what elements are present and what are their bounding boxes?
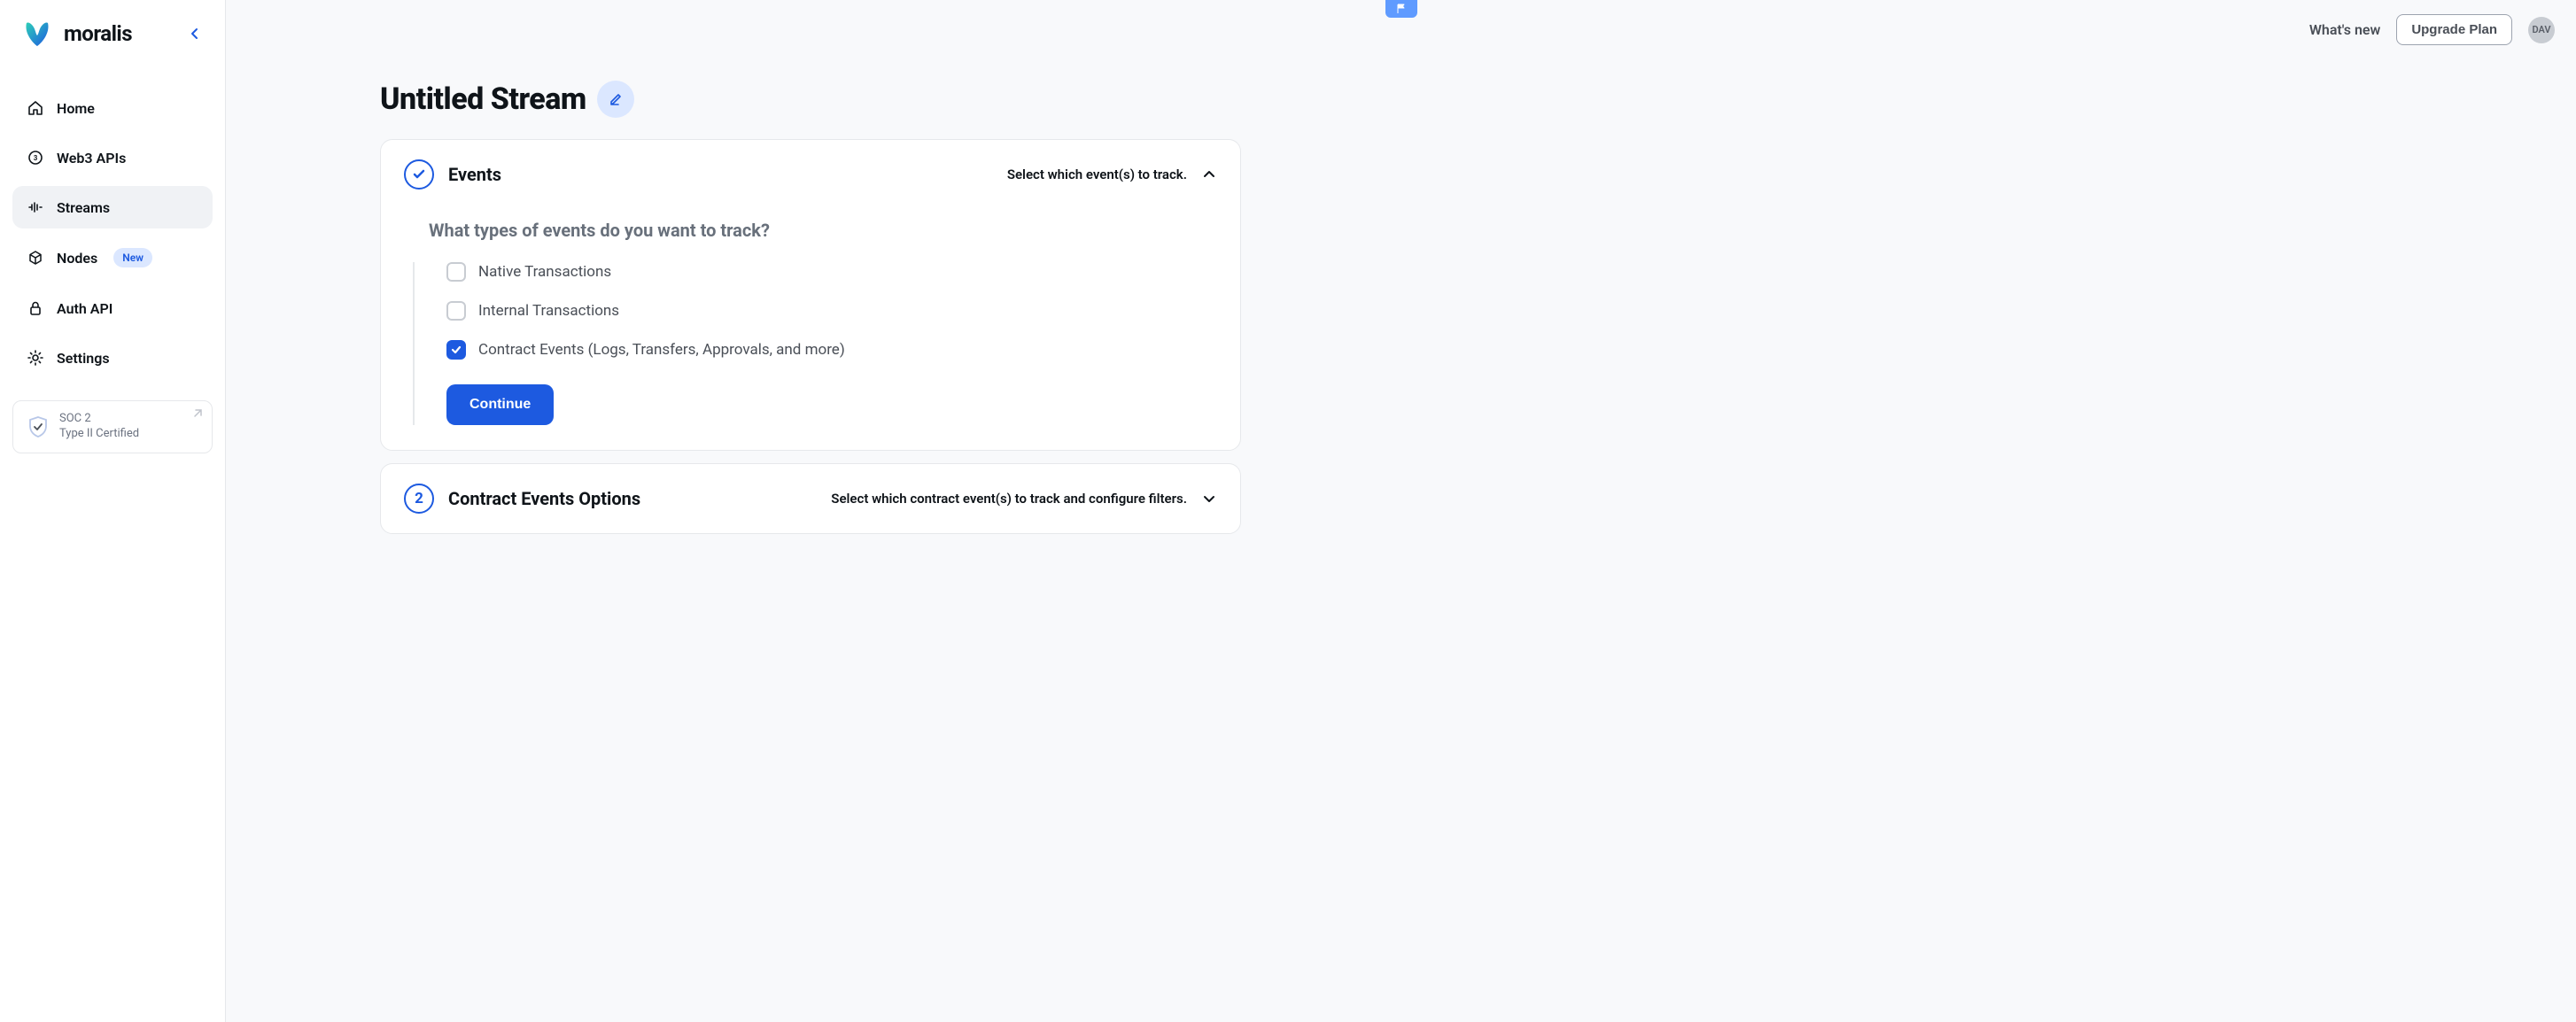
api-icon: 3: [27, 149, 44, 166]
sidebar-item-label: Nodes: [57, 250, 97, 267]
events-card-body: What types of events do you want to trac…: [381, 220, 1240, 450]
logo[interactable]: moralis: [19, 16, 132, 51]
step-number: 2: [415, 490, 423, 507]
checkbox-native-transactions[interactable]: Native Transactions: [446, 262, 1217, 282]
nav: Home 3 Web3 APIs Streams Nodes New: [12, 87, 213, 379]
sidebar-item-label: Home: [57, 100, 95, 117]
flag-pill[interactable]: [1385, 0, 1417, 18]
external-link-icon: [192, 408, 203, 419]
events-title: Events: [448, 164, 501, 185]
sidebar-item-auth-api[interactable]: Auth API: [12, 287, 213, 329]
soc2-card[interactable]: SOC 2 Type II Certified: [12, 400, 213, 453]
check-icon: [411, 166, 427, 182]
lock-icon: [27, 299, 44, 317]
contract-options-title: Contract Events Options: [448, 488, 640, 509]
title-row: Untitled Stream: [380, 81, 1241, 118]
checkbox-label: Contract Events (Logs, Transfers, Approv…: [478, 341, 845, 359]
sidebar: moralis Home 3 Web3 APIs: [0, 0, 226, 1022]
checkbox-contract-events[interactable]: Contract Events (Logs, Transfers, Approv…: [446, 340, 1217, 360]
contract-options-header[interactable]: 2 Contract Events Options Select which c…: [381, 464, 1240, 533]
content: Untitled Stream Events Select which even…: [359, 45, 1262, 582]
nodes-icon: [27, 249, 44, 267]
sidebar-item-streams[interactable]: Streams: [12, 186, 213, 228]
sidebar-item-settings[interactable]: Settings: [12, 337, 213, 379]
svg-text:3: 3: [34, 154, 38, 162]
edit-title-button[interactable]: [597, 81, 634, 118]
page-title: Untitled Stream: [380, 81, 586, 117]
chevron-down-icon: [1201, 491, 1217, 507]
checkbox-box: [446, 340, 466, 360]
gear-icon: [27, 349, 44, 367]
soc2-text: SOC 2 Type II Certified: [59, 412, 139, 442]
whats-new-link[interactable]: What's new: [2309, 21, 2380, 38]
topbar: What's new Upgrade Plan DAV: [226, 0, 2576, 45]
soc2-line2: Type II Certified: [59, 427, 139, 442]
new-badge: New: [113, 248, 152, 267]
sidebar-item-label: Web3 APIs: [57, 150, 126, 166]
sidebar-item-label: Streams: [57, 199, 110, 216]
logo-icon: [19, 16, 55, 51]
collapse-sidebar-button[interactable]: [184, 23, 206, 44]
checkbox-box: [446, 262, 466, 282]
step-badge: 2: [404, 484, 434, 514]
sidebar-item-label: Auth API: [57, 300, 113, 317]
events-question: What types of events do you want to trac…: [429, 220, 1217, 241]
sidebar-item-home[interactable]: Home: [12, 87, 213, 129]
events-card-header[interactable]: Events Select which event(s) to track.: [381, 140, 1240, 209]
soc2-line1: SOC 2: [59, 412, 139, 427]
checkbox-label: Native Transactions: [478, 263, 611, 281]
checkbox-box: [446, 301, 466, 321]
edit-icon: [609, 92, 623, 106]
logo-row: moralis: [12, 16, 213, 51]
flag-icon: [1395, 3, 1408, 15]
continue-button[interactable]: Continue: [446, 384, 554, 425]
contract-options-subtitle: Select which contract event(s) to track …: [831, 491, 1187, 507]
streams-icon: [27, 198, 44, 216]
sidebar-item-nodes[interactable]: Nodes New: [12, 236, 213, 280]
shield-icon: [26, 414, 50, 439]
check-icon: [450, 344, 462, 356]
avatar[interactable]: DAV: [2528, 17, 2555, 43]
upgrade-plan-button[interactable]: Upgrade Plan: [2396, 14, 2512, 45]
chevron-up-icon: [1201, 166, 1217, 182]
checkbox-internal-transactions[interactable]: Internal Transactions: [446, 301, 1217, 321]
chevron-left-icon: [190, 27, 199, 40]
sidebar-item-web3-apis[interactable]: 3 Web3 APIs: [12, 136, 213, 179]
home-icon: [27, 99, 44, 117]
logo-text: moralis: [64, 21, 132, 46]
events-subtitle: Select which event(s) to track.: [1007, 166, 1187, 182]
main: What's new Upgrade Plan DAV Untitled Str…: [226, 0, 2576, 1022]
sidebar-item-label: Settings: [57, 350, 110, 367]
events-options: Native Transactions Internal Transaction…: [413, 262, 1217, 425]
step-complete-badge: [404, 159, 434, 190]
checkbox-label: Internal Transactions: [478, 302, 619, 320]
events-card: Events Select which event(s) to track. W…: [380, 139, 1241, 451]
contract-options-card: 2 Contract Events Options Select which c…: [380, 463, 1241, 534]
